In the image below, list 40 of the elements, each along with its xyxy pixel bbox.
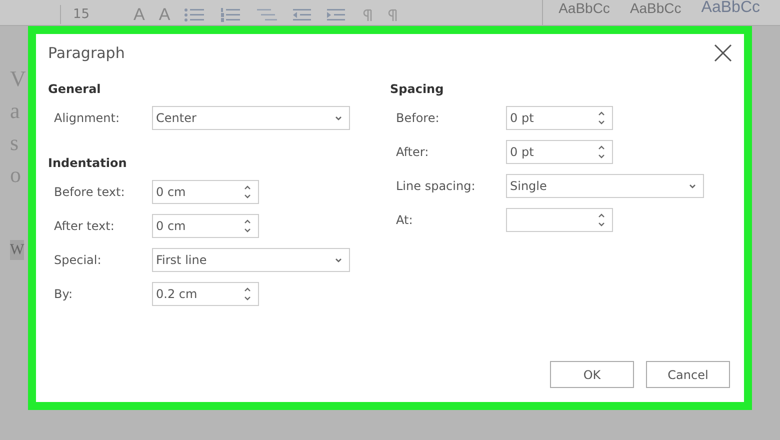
- bullet-list-icon[interactable]: [184, 6, 206, 22]
- dialog-title: Paragraph: [48, 44, 125, 62]
- dropdown[interactable]: Center: [152, 106, 350, 130]
- spin-field[interactable]: 0 cm: [152, 214, 259, 238]
- multilevel-list-icon[interactable]: [256, 6, 278, 22]
- field-label: Line spacing:: [396, 179, 476, 193]
- dropdown[interactable]: First line: [152, 248, 350, 272]
- field-label: By:: [54, 287, 74, 301]
- spinner-arrows-icon[interactable]: [598, 145, 605, 159]
- field-label: After:: [396, 145, 430, 159]
- spinner-arrows-icon[interactable]: [244, 219, 251, 233]
- section-heading: Spacing: [390, 82, 445, 96]
- dialog-button[interactable]: Cancel: [646, 361, 730, 388]
- dropdown-caret-icon: [335, 258, 342, 262]
- spinner-arrows-icon[interactable]: [244, 287, 251, 301]
- spin-field[interactable]: [506, 208, 613, 232]
- spin-field[interactable]: 0 pt: [506, 106, 613, 130]
- field-label: Special:: [54, 253, 102, 267]
- dialog-button[interactable]: OK: [550, 361, 634, 388]
- spinner-arrows-icon[interactable]: [244, 185, 251, 199]
- increase-indent-icon[interactable]: [326, 6, 346, 22]
- spinner-arrows-icon[interactable]: [598, 213, 605, 227]
- spin-field[interactable]: 0.2 cm: [152, 282, 259, 306]
- field-label: Alignment:: [54, 111, 121, 125]
- section-heading: Indentation: [48, 156, 128, 170]
- dropdown-caret-icon: [689, 184, 696, 188]
- dropdown[interactable]: Single: [506, 174, 704, 198]
- dropdown-caret-icon: [335, 116, 342, 120]
- selected-document-text: W: [10, 240, 24, 260]
- field-label: Before:: [396, 111, 440, 125]
- field-label: At:: [396, 213, 414, 227]
- spin-field[interactable]: 0 cm: [152, 180, 259, 204]
- spinner-arrows-icon[interactable]: [598, 111, 605, 125]
- field-label: After text:: [54, 219, 116, 233]
- field-label: Before text:: [54, 185, 126, 199]
- decrease-indent-icon[interactable]: [292, 6, 312, 22]
- spin-field[interactable]: 0 pt: [506, 140, 613, 164]
- section-heading: General: [48, 82, 102, 96]
- numbered-list-icon[interactable]: [220, 6, 242, 22]
- close-icon[interactable]: [714, 44, 732, 62]
